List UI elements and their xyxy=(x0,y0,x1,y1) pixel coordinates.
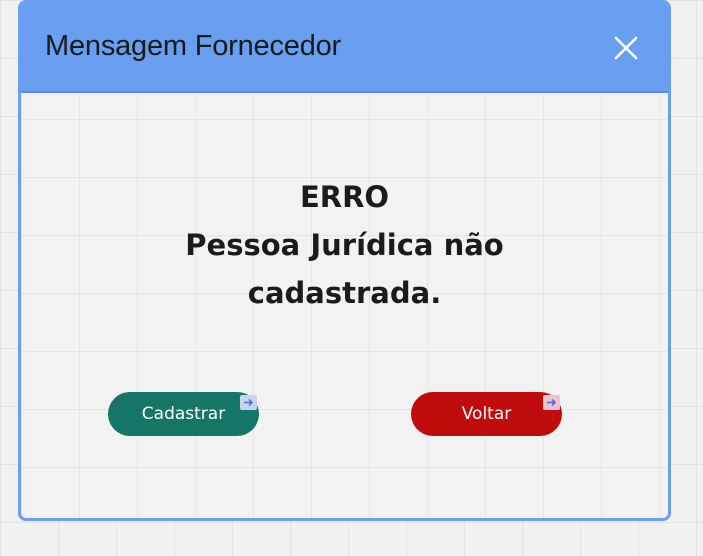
error-heading: ERRO xyxy=(299,180,390,214)
message-dialog: Mensagem Fornecedor ERRO Pessoa Jurídica… xyxy=(18,0,671,521)
cadastrar-button-label: Cadastrar xyxy=(141,404,226,424)
dialog-header: Mensagem Fornecedor xyxy=(21,3,668,93)
cadastrar-button[interactable]: Cadastrar xyxy=(108,392,259,436)
arrow-right-icon xyxy=(240,395,257,410)
close-button[interactable] xyxy=(612,34,640,62)
voltar-button-label: Voltar xyxy=(461,404,512,424)
close-icon xyxy=(614,36,638,60)
dialog-title: Mensagem Fornecedor xyxy=(45,30,342,62)
voltar-button[interactable]: Voltar xyxy=(411,392,562,436)
error-message: ERRO Pessoa Jurídica não cadastrada. xyxy=(21,173,668,317)
arrow-right-icon xyxy=(543,395,560,410)
error-description: Pessoa Jurídica não cadastrada. xyxy=(185,228,504,310)
